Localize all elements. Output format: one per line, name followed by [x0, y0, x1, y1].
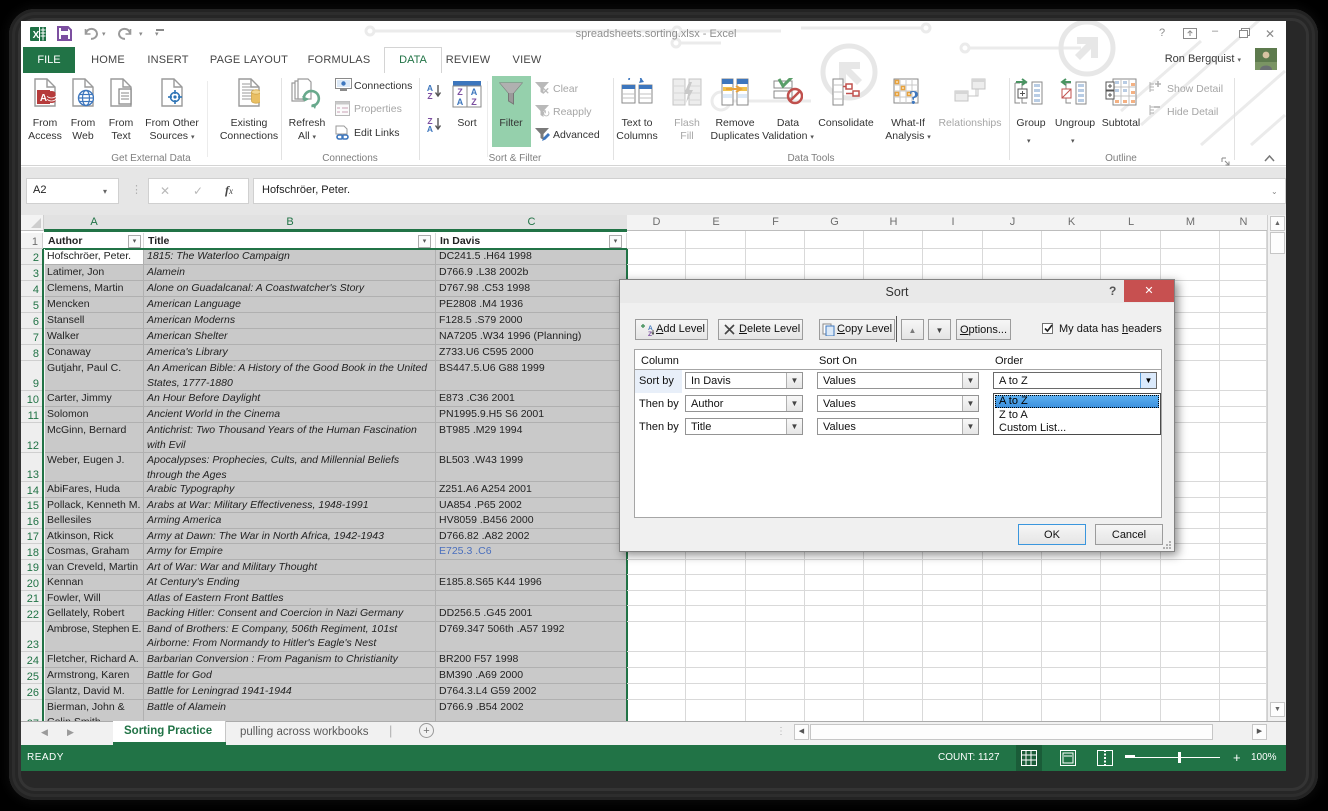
svg-text:?: ? [909, 87, 919, 106]
svg-text:Z: Z [427, 91, 432, 100]
svg-text:Z: Z [457, 87, 463, 97]
svg-text:Z: Z [648, 331, 652, 336]
svg-text:Z: Z [471, 97, 477, 107]
svg-text:A: A [457, 97, 464, 107]
svg-text:A: A [471, 87, 478, 97]
svg-text:A: A [40, 93, 47, 104]
svg-text:X: X [33, 30, 40, 41]
